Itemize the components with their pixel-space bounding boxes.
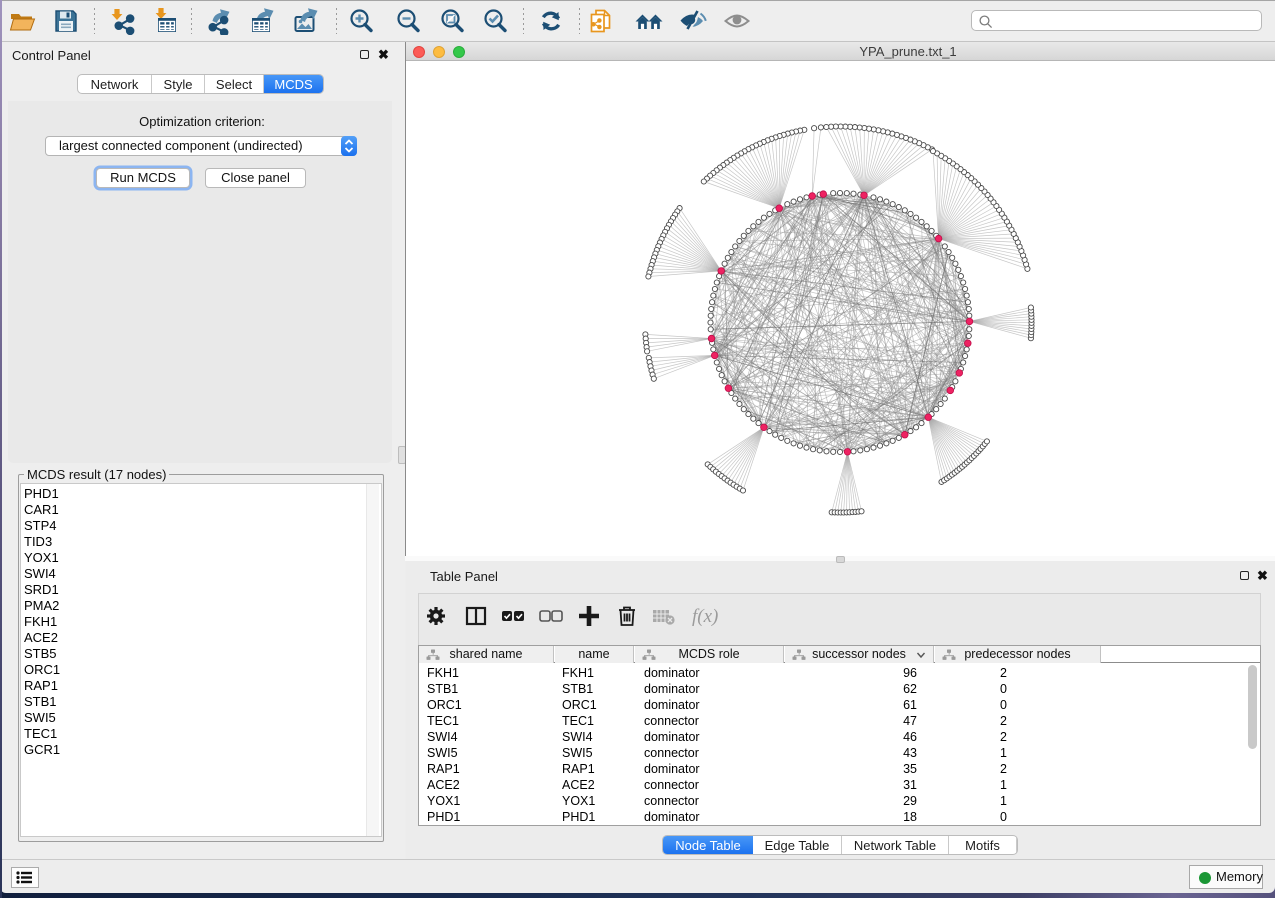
svg-text:f(x): f(x): [692, 606, 718, 627]
